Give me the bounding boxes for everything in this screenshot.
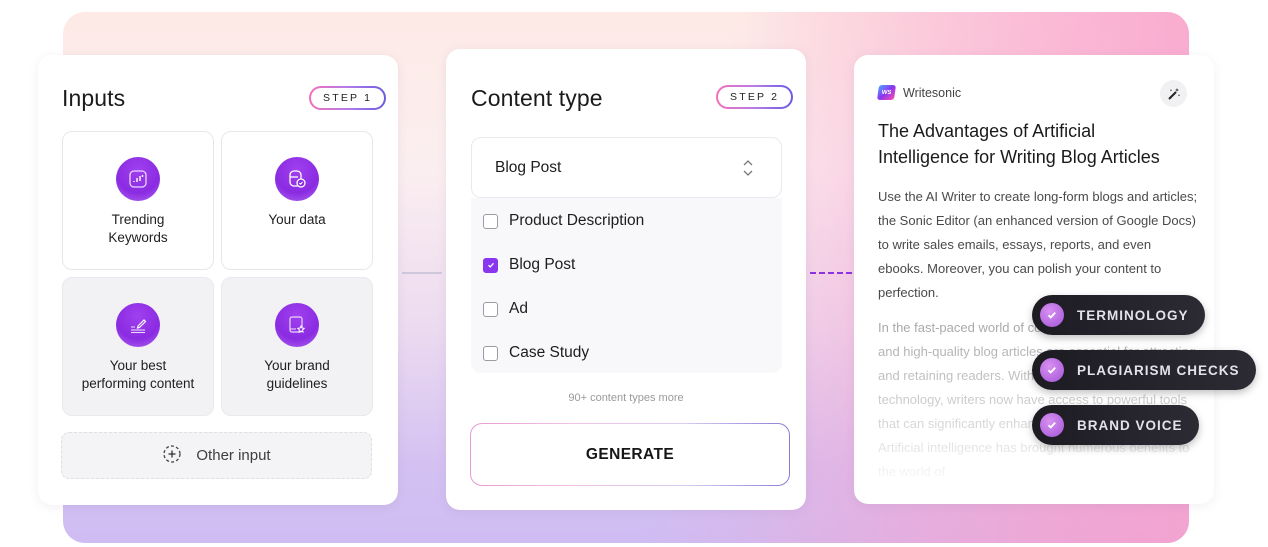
- article-title: The Advantages of Artificial Intelligenc…: [878, 121, 1160, 167]
- check-circle-icon: [1040, 413, 1064, 437]
- content-type-card: Content type STEP 2 Blog Post Product De…: [446, 49, 806, 510]
- input-tile-brand-guidelines[interactable]: Your brand guidelines: [221, 277, 373, 416]
- option-case-study[interactable]: Case Study: [483, 342, 589, 364]
- checkbox[interactable]: [483, 345, 498, 361]
- content-type-select[interactable]: Blog Post: [471, 137, 782, 198]
- feature-pill-terminology: TERMINOLOGY: [1032, 295, 1205, 335]
- chevron-up-down-icon: [742, 158, 754, 183]
- tile-label: Your data: [268, 212, 326, 227]
- inputs-card: Inputs STEP 1 Trending Keywords Your data…: [38, 55, 398, 505]
- brand-name: Writesonic: [903, 85, 962, 100]
- plus-circle-icon: [162, 444, 182, 468]
- bar-chart-icon: [116, 157, 160, 201]
- database-check-icon: [275, 157, 319, 201]
- input-tile-your-data[interactable]: Your data: [221, 131, 373, 270]
- tile-label: Your brand guidelines: [264, 358, 330, 391]
- feature-pill-plagiarism-checks: PLAGIARISM CHECKS: [1032, 350, 1256, 390]
- step-badge: STEP 2: [716, 85, 793, 109]
- pencil-lines-icon: [116, 303, 160, 347]
- select-value: Blog Post: [495, 158, 562, 176]
- input-tile-trending-keywords[interactable]: Trending Keywords: [62, 131, 214, 270]
- check-circle-icon: [1040, 358, 1064, 382]
- tile-label: Trending Keywords: [108, 212, 168, 245]
- option-ad[interactable]: Ad: [483, 298, 528, 320]
- input-tile-best-content[interactable]: Your best performing content: [62, 277, 214, 416]
- content-type-options: Product Description Blog Post Ad Case St…: [471, 198, 782, 373]
- other-input-button[interactable]: Other input: [61, 432, 372, 479]
- connector-dashed-line: [810, 272, 852, 274]
- checkbox[interactable]: [483, 213, 498, 229]
- generate-button[interactable]: GENERATE: [470, 423, 790, 486]
- option-product-description[interactable]: Product Description: [483, 210, 644, 232]
- article-paragraph: Use the AI Writer to create long-form bl…: [878, 189, 1198, 300]
- inputs-title: Inputs: [62, 85, 126, 111]
- option-blog-post[interactable]: Blog Post: [483, 254, 575, 276]
- magic-wand-icon: [1167, 87, 1180, 100]
- other-input-label: Other input: [196, 447, 271, 464]
- step-badge: STEP 1: [309, 86, 386, 110]
- magic-wand-button[interactable]: [1160, 80, 1187, 107]
- tile-label: Your best performing content: [81, 358, 195, 391]
- article-paragraph-faded: In the fast-paced world of content creat…: [878, 320, 1196, 479]
- book-star-icon: [275, 303, 319, 347]
- brand-header: WS Writesonic: [876, 85, 962, 100]
- checkbox[interactable]: [483, 301, 498, 317]
- connector-line: [402, 272, 442, 274]
- more-content-types-text: 90+ content types more: [568, 392, 684, 404]
- content-type-title: Content type: [471, 85, 603, 111]
- checkbox-checked[interactable]: [483, 257, 498, 273]
- feature-pill-brand-voice: BRAND VOICE: [1032, 405, 1199, 445]
- writesonic-logo-icon: WS: [876, 85, 897, 100]
- check-icon: [487, 262, 494, 268]
- check-circle-icon: [1040, 303, 1064, 327]
